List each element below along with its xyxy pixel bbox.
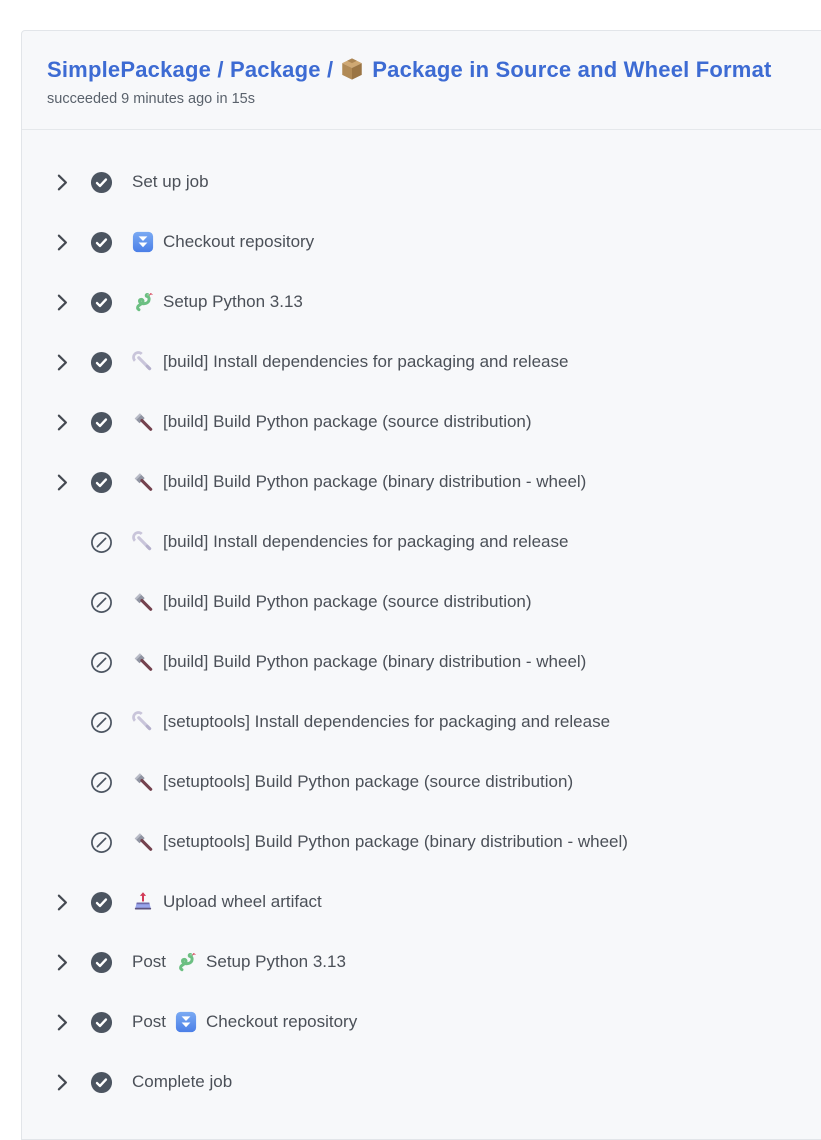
step-label: [build] Install dependencies for packagi… [163,532,568,552]
step-label: [build] Install dependencies for packagi… [163,352,568,372]
step-row[interactable]: [build] Build Python package (binary dis… [22,452,821,512]
chevron-right-icon[interactable] [57,174,70,191]
step-row[interactable]: Checkout repository [22,212,821,272]
chevron-right-icon[interactable] [57,354,70,371]
skipped-icon [90,771,113,794]
chevron-right-icon[interactable] [57,294,70,311]
step-row: [setuptools] Install dependencies for pa… [22,692,821,752]
run-status-line: succeeded 9 minutes ago in 15s [47,90,805,108]
chevron-right-icon[interactable] [57,1074,70,1091]
chevron-right-icon[interactable] [57,1014,70,1031]
success-icon [90,231,113,254]
success-icon [90,291,113,314]
success-icon [90,1071,113,1094]
step-row[interactable]: Post Setup Python 3.13 [22,932,821,992]
step-row[interactable]: Upload wheel artifact [22,872,821,932]
skipped-icon [90,531,113,554]
outbox-icon [132,891,154,913]
success-icon [90,411,113,434]
snake-icon [132,291,154,313]
step-prefix: Post [132,1012,166,1032]
step-row[interactable]: Post Checkout repository [22,992,821,1052]
fast-down-icon [132,231,154,253]
page-title: SimplePackage / Package / Package in Sou… [47,56,805,84]
fast-down-icon [175,1011,197,1033]
step-row: [setuptools] Build Python package (binar… [22,812,821,872]
step-row[interactable]: [build] Build Python package (source dis… [22,392,821,452]
step-label: [build] Build Python package (source dis… [163,592,532,612]
step-label: [build] Build Python package (binary dis… [163,652,586,672]
hammer-icon [132,831,154,853]
chevron-right-icon[interactable] [57,474,70,491]
step-prefix: Post [132,952,166,972]
breadcrumb[interactable]: SimplePackage / Package / [47,57,333,82]
step-label: Complete job [132,1072,232,1092]
chevron-right-icon[interactable] [57,894,70,911]
chevron-right-icon[interactable] [57,954,70,971]
skipped-icon [90,651,113,674]
hammer-icon [132,411,154,433]
steps-list: Set up job Checkout repository Setup Pytho… [22,130,821,1112]
skipped-icon [90,591,113,614]
step-label: [setuptools] Build Python package (binar… [163,832,628,852]
job-header: SimplePackage / Package / Package in Sou… [22,31,821,108]
step-label: [setuptools] Build Python package (sourc… [163,772,573,792]
wrench-icon [132,531,154,553]
step-label: [build] Build Python package (source dis… [163,412,532,432]
step-row[interactable]: [build] Install dependencies for packagi… [22,332,821,392]
hammer-icon [132,771,154,793]
skipped-icon [90,711,113,734]
skipped-icon [90,831,113,854]
step-label: Upload wheel artifact [163,892,322,912]
success-icon [90,471,113,494]
run-title[interactable]: Package in Source and Wheel Format [372,57,771,82]
step-label: Set up job [132,172,209,192]
chevron-right-icon[interactable] [57,414,70,431]
job-steps-card: SimplePackage / Package / Package in Sou… [21,30,821,1140]
wrench-icon [132,711,154,733]
success-icon [90,951,113,974]
step-row: [setuptools] Build Python package (sourc… [22,752,821,812]
step-row: [build] Build Python package (binary dis… [22,632,821,692]
chevron-right-icon[interactable] [57,234,70,251]
step-label: [setuptools] Install dependencies for pa… [163,712,610,732]
wrench-icon [132,351,154,373]
step-row[interactable]: Complete job [22,1052,821,1112]
success-icon [90,351,113,374]
snake-icon [175,951,197,973]
step-label: Setup Python 3.13 [163,292,303,312]
package-icon [339,56,365,82]
step-row: [build] Build Python package (source dis… [22,572,821,632]
step-row[interactable]: Setup Python 3.13 [22,272,821,332]
step-label: Checkout repository [206,1012,357,1032]
step-label: Setup Python 3.13 [206,952,346,972]
success-icon [90,171,113,194]
hammer-icon [132,591,154,613]
success-icon [90,1011,113,1034]
hammer-icon [132,471,154,493]
step-label: [build] Build Python package (binary dis… [163,472,586,492]
step-row[interactable]: Set up job [22,152,821,212]
success-icon [90,891,113,914]
step-label: Checkout repository [163,232,314,252]
hammer-icon [132,651,154,673]
step-row: [build] Install dependencies for packagi… [22,512,821,572]
